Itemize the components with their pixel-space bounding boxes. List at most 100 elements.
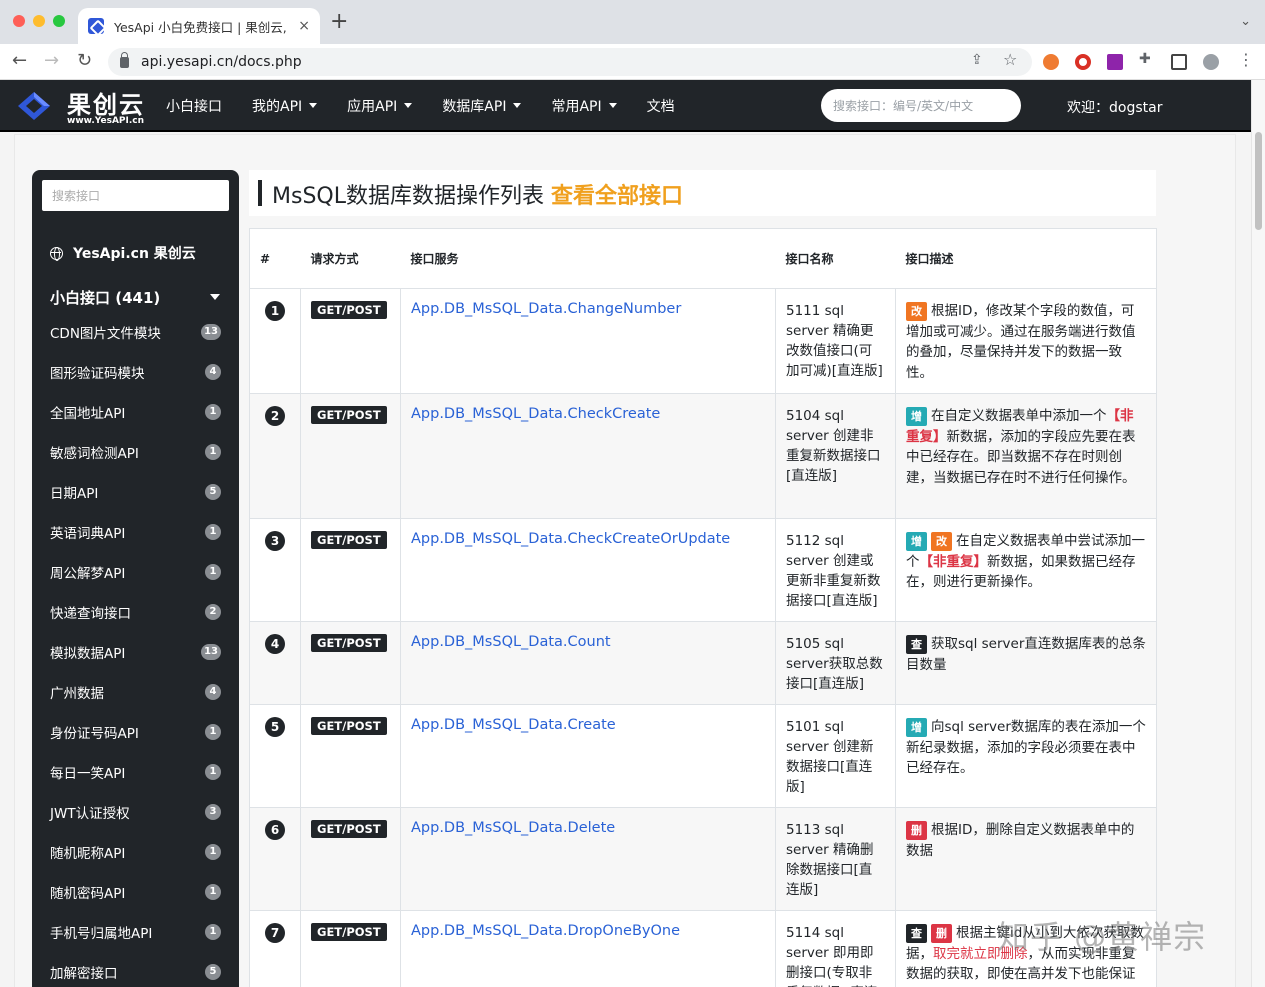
sidebar-brand[interactable]: YesApi.cn 果创云 xyxy=(50,243,196,263)
sidebar-item[interactable]: 身份证号码API 1 xyxy=(32,712,239,752)
sidebar-item-count: 13 xyxy=(201,324,221,340)
api-service-link[interactable]: App.DB_MsSQL_Data.DropOneByOne xyxy=(411,923,680,939)
sidebar-item[interactable]: CDN图片文件模块 13 xyxy=(32,312,239,352)
nav-item-4[interactable]: 常用API xyxy=(551,96,617,116)
sidebar-item[interactable]: 敏感词检测API 1 xyxy=(32,432,239,472)
yesapi-logo-icon[interactable] xyxy=(14,88,54,124)
col-header-num: # xyxy=(249,228,301,289)
page-scrollbar[interactable] xyxy=(1251,80,1265,987)
tab-close-icon[interactable]: × xyxy=(298,18,310,34)
close-window-button[interactable] xyxy=(13,15,25,27)
sidebar-item-label: JWT认证授权 xyxy=(50,806,130,822)
api-desc-cell: 查获取sql server直连数据库表的总条目数量 xyxy=(895,621,1157,705)
reload-icon[interactable]: ↻ xyxy=(77,50,92,71)
nav-item-0[interactable]: 小白接口 xyxy=(166,96,222,116)
sidebar-item[interactable]: 全国地址API 1 xyxy=(32,392,239,432)
logo-text[interactable]: 果创云 xyxy=(67,85,145,120)
api-service-link[interactable]: App.DB_MsSQL_Data.Delete xyxy=(411,820,615,836)
sidebar-item-count: 2 xyxy=(205,604,221,620)
sidebar-item-count: 3 xyxy=(205,804,221,820)
title-accent-bar xyxy=(258,180,262,206)
extension-rp-icon[interactable] xyxy=(1107,54,1123,70)
sidebar-brand-label: YesApi.cn 果创云 xyxy=(73,246,196,262)
back-arrow-icon[interactable]: ← xyxy=(12,50,27,71)
tab-search-chevron-icon[interactable]: ⌄ xyxy=(1240,14,1251,29)
nav-item-label: 数据库API xyxy=(442,99,507,115)
sidebar-item[interactable]: 快递查询接口 2 xyxy=(32,592,239,632)
service-cell: App.DB_MsSQL_Data.Delete xyxy=(400,807,776,911)
sidebar-item[interactable]: 每日一笑API 1 xyxy=(32,752,239,792)
sidebar-item[interactable]: 英语词典API 1 xyxy=(32,512,239,552)
col-header-service: 接口服务 xyxy=(400,228,776,289)
api-service-link[interactable]: App.DB_MsSQL_Data.Create xyxy=(411,717,616,733)
api-name-cell: 5113 sql server 精确删除数据接口[直连版] xyxy=(775,807,896,911)
sidebar-item[interactable]: 周公解梦API 1 xyxy=(32,552,239,592)
sidebar: YesApi.cn 果创云 小白接口 (441) CDN图片文件模块13图形验证… xyxy=(32,170,239,987)
nav-item-5[interactable]: 文档 xyxy=(647,96,675,116)
row-number: 5 xyxy=(265,717,285,737)
api-service-link[interactable]: App.DB_MsSQL_Data.Count xyxy=(411,634,611,650)
sidebar-item[interactable]: 日期API 5 xyxy=(32,472,239,512)
nav-item-label: 我的API xyxy=(252,99,303,115)
extension-orange-icon[interactable] xyxy=(1043,54,1059,70)
bookmark-star-icon[interactable]: ☆ xyxy=(1003,50,1017,69)
api-name: 5113 sql server 精确删除数据接口[直连版] xyxy=(786,822,874,898)
sidepanel-icon[interactable] xyxy=(1171,54,1187,70)
nav-item-3[interactable]: 数据库API xyxy=(442,96,522,116)
sidebar-item[interactable]: 广州数据 4 xyxy=(32,672,239,712)
api-name-cell: 5105 sql server获取总数接口[直连版] xyxy=(775,621,896,705)
row-num-cell: 3 xyxy=(249,518,301,622)
row-number: 4 xyxy=(265,634,285,654)
page-title-text: MsSQL数据库数据操作列表 xyxy=(272,184,544,209)
api-desc-cell: 改根据ID，修改某个字段的数值，可增加或可减少。通过在服务端进行数值的叠加，尽量… xyxy=(895,288,1157,394)
sidebar-item[interactable]: 加解密接口 5 xyxy=(32,952,239,987)
api-service-link[interactable]: App.DB_MsSQL_Data.CheckCreate xyxy=(411,406,660,422)
row-num-cell: 7 xyxy=(249,910,301,987)
forward-arrow-icon[interactable]: → xyxy=(44,50,59,71)
new-tab-button[interactable]: + xyxy=(330,11,348,33)
extension-record-icon[interactable] xyxy=(1075,54,1091,70)
caret-down-icon xyxy=(513,103,522,108)
api-table: # 请求方式 接口服务 接口名称 接口描述 1 GET/POST App.DB_Ms… xyxy=(249,228,1157,987)
sidebar-item-label: 周公解梦API xyxy=(50,566,126,582)
nav-item-2[interactable]: 应用API xyxy=(347,96,413,116)
api-description: 改根据ID，修改某个字段的数值，可增加或可减少。通过在服务端进行数值的叠加，尽量… xyxy=(906,301,1146,383)
page-title: MsSQL数据库数据操作列表 查看全部接口 xyxy=(272,178,683,210)
sidebar-item[interactable]: 随机密码API 1 xyxy=(32,872,239,912)
sidebar-item[interactable]: JWT认证授权 3 xyxy=(32,792,239,832)
sidebar-item[interactable]: 模拟数据API 13 xyxy=(32,632,239,672)
globe-icon xyxy=(50,246,63,261)
url-field[interactable]: api.yesapi.cn/docs.php xyxy=(108,48,1032,76)
api-service-link[interactable]: App.DB_MsSQL_Data.CheckCreateOrUpdate xyxy=(411,531,730,547)
api-name: 5101 sql server 创建新数据接口[直连版] xyxy=(786,719,874,795)
service-cell: App.DB_MsSQL_Data.Create xyxy=(400,704,776,808)
header-search-input[interactable] xyxy=(821,89,1021,122)
welcome-user[interactable]: 欢迎：dogstar xyxy=(1067,97,1162,117)
sidebar-search-input[interactable] xyxy=(42,180,229,211)
sidebar-category-label: 小白接口 (441) xyxy=(50,289,161,307)
sidebar-item-label: 随机昵称API xyxy=(50,846,126,862)
browser-menu-icon[interactable]: ⋮ xyxy=(1238,50,1254,69)
maximize-window-button[interactable] xyxy=(53,15,65,27)
extensions-puzzle-icon[interactable]: ✚ xyxy=(1139,51,1151,67)
browser-tab-bar: YesApi 小白免费接口 | 果创云, × + ⌄ xyxy=(0,0,1265,44)
sidebar-item[interactable]: 手机号归属地API 1 xyxy=(32,912,239,952)
sidebar-item-label: 图形验证码模块 xyxy=(50,366,145,382)
browser-tab[interactable]: YesApi 小白免费接口 | 果创云, × xyxy=(78,8,320,44)
minimize-window-button[interactable] xyxy=(33,15,45,27)
share-icon[interactable]: ⇪ xyxy=(971,52,983,68)
sidebar-item-count: 5 xyxy=(205,484,221,500)
sidebar-item[interactable]: 随机昵称API 1 xyxy=(32,832,239,872)
sidebar-item[interactable]: 图形验证码模块 4 xyxy=(32,352,239,392)
scrollbar-thumb[interactable] xyxy=(1255,132,1262,230)
page-title-box: MsSQL数据库数据操作列表 查看全部接口 xyxy=(249,170,1156,216)
api-service-link[interactable]: App.DB_MsSQL_Data.ChangeNumber xyxy=(411,301,681,317)
row-num-cell: 2 xyxy=(249,393,301,519)
profile-avatar[interactable] xyxy=(1203,54,1219,70)
view-all-apis-link[interactable]: 查看全部接口 xyxy=(551,184,683,209)
logo-url: www.YesAPI.cn xyxy=(67,116,145,126)
sidebar-category[interactable]: 小白接口 (441) xyxy=(50,287,222,308)
sidebar-item-count: 1 xyxy=(205,444,221,460)
nav-item-1[interactable]: 我的API xyxy=(252,96,318,116)
method-tag: GET/POST xyxy=(311,820,387,838)
